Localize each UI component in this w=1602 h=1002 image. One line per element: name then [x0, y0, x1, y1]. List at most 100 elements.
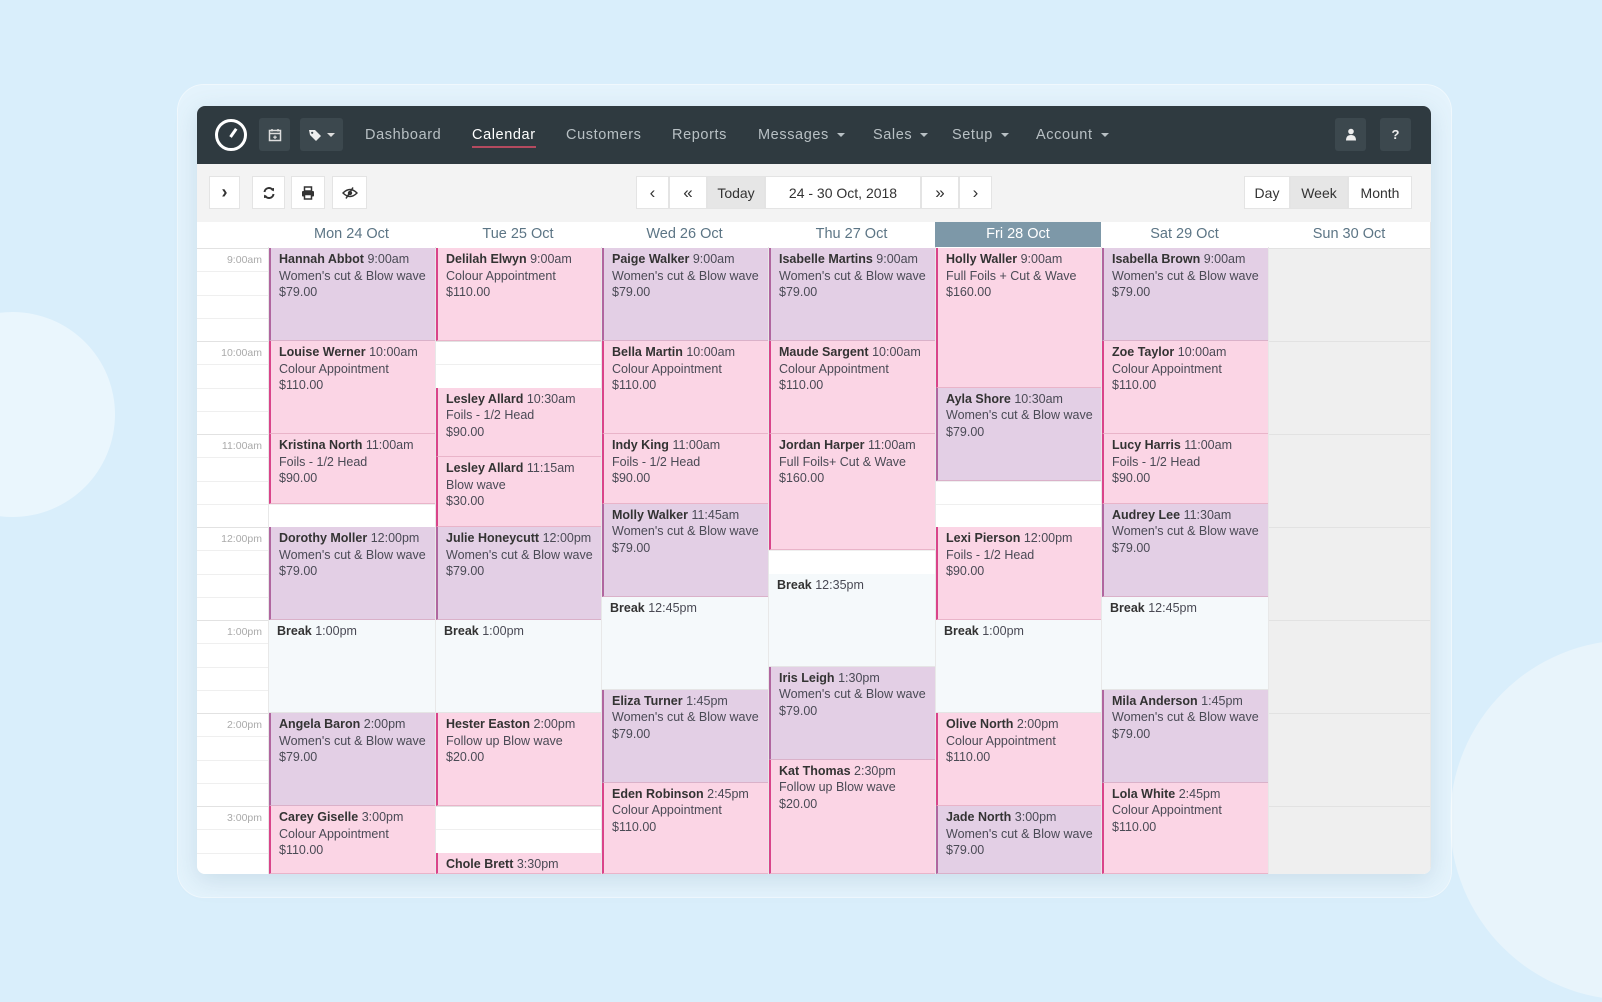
day-header[interactable]: Mon 24 Oct [268, 222, 435, 247]
nav-messages[interactable]: Messages [758, 106, 845, 164]
break-block[interactable]: Break 12:45pm [1102, 596, 1268, 690]
appointment-card[interactable]: Jade North 3:00pm Women's cut & Blow wave… [936, 806, 1101, 874]
client-name: Lesley Allard [446, 461, 524, 476]
appointment-time: 11:00am [867, 438, 916, 452]
service-name: Women's cut & Blow wave [279, 268, 426, 283]
service-price: $79.00 [946, 424, 985, 439]
chevron-down-icon [836, 133, 845, 137]
appointment-card[interactable]: Carey Giselle 3:00pm Colour Appointment $1… [269, 806, 435, 874]
appointment-card[interactable]: Isabelle Martins 9:00am Women's cut & Blo… [769, 248, 935, 341]
appointment-title: Hannah Abbot 9:00am [279, 251, 435, 268]
appointment-card[interactable]: Lesley Allard 11:15am Blow wave $30.00 [436, 457, 601, 527]
appointment-card[interactable]: Isabella Brown 9:00am Women's cut & Blow … [1102, 248, 1268, 341]
date-range-display[interactable]: 24 - 30 Oct, 2018 [765, 176, 921, 209]
appointment-card[interactable]: Paige Walker 9:00am Women's cut & Blow wa… [602, 248, 768, 341]
appointment-card[interactable]: Eden Robinson 2:45pm Colour Appointment $1… [602, 782, 768, 874]
appointment-card[interactable]: Chole Brett 3:30pm [436, 852, 601, 874]
break-block[interactable]: Break 1:00pm [936, 620, 1101, 713]
appointment-card[interactable]: Molly Walker 11:45am Women's cut & Blow w… [602, 503, 768, 597]
break-block[interactable]: Break 12:35pm [769, 573, 935, 667]
print-button[interactable] [291, 176, 325, 209]
appointment-card[interactable]: Lexi Pierson 12:00pm Foils - 1/2 Head $90.… [936, 527, 1101, 620]
appointment-time: 1:00pm [482, 624, 524, 638]
appointment-card[interactable]: Eliza Turner 1:45pm Women's cut & Blow wa… [602, 689, 768, 783]
appointment-card[interactable]: Kristina North 11:00am Foils - 1/2 Head $9… [269, 434, 435, 504]
client-name: Lucy Harris [1112, 438, 1181, 452]
view-label: Week [1301, 184, 1337, 201]
service-price: $90.00 [279, 471, 318, 485]
service-name: Colour Appointment [446, 268, 556, 283]
appointment-card[interactable]: Hester Easton 2:00pm Follow up Blow wave $… [436, 713, 601, 806]
appointment-card[interactable]: Olive North 2:00pm Colour Appointment $110… [936, 713, 1101, 806]
break-block[interactable]: Break 1:00pm [269, 620, 435, 713]
appointment-time: 2:00pm [363, 717, 406, 731]
time-label: 10:00am [221, 347, 262, 359]
user-icon [1345, 128, 1356, 141]
expand-sidebar-button[interactable]: › [209, 176, 240, 209]
appointment-card[interactable]: Kat Thomas 2:30pm Follow up Blow wave $20.… [769, 759, 935, 874]
day-header[interactable]: Fri 28 Oct [935, 222, 1101, 247]
view-week-button[interactable]: Week [1290, 176, 1348, 209]
appointment-card[interactable]: Bella Martin 10:00am Colour Appointment $1… [602, 341, 768, 434]
service-price: $79.00 [946, 843, 985, 857]
appointment-title: Lesley Allard 10:30am [446, 391, 601, 408]
calendar-add-icon [268, 128, 281, 141]
previous-fast-button[interactable]: « [669, 176, 707, 209]
nav-calendar[interactable]: Calendar [472, 106, 536, 164]
refresh-button[interactable] [252, 176, 285, 209]
appointment-card[interactable]: Angela Baron 2:00pm Women's cut & Blow wa… [269, 713, 435, 806]
day-header[interactable]: Sat 29 Oct [1101, 222, 1268, 247]
appointment-card[interactable]: Holly Waller 9:00am Full Foils + Cut & Wa… [936, 248, 1101, 388]
day-header[interactable]: Thu 27 Oct [768, 222, 935, 247]
week-calendar-grid: Mon 24 Oct Tue 25 Oct Wed 26 Oct Thu 27 Oct… [197, 222, 1431, 874]
user-profile-button[interactable] [1335, 118, 1366, 151]
view-day-button[interactable]: Day [1244, 176, 1290, 209]
appointment-time: 1:45pm [686, 693, 728, 708]
nav-customers[interactable]: Customers [566, 106, 642, 164]
appointment-card[interactable]: Mila Anderson 1:45pm Women's cut & Blow w… [1102, 689, 1268, 783]
previous-week-button[interactable]: ‹ [636, 176, 669, 209]
appointment-title: Kat Thomas 2:30pm [779, 763, 935, 780]
appointment-card[interactable]: Lucy Harris 11:00am Foils - 1/2 Head $90.0… [1102, 434, 1268, 504]
appointment-card[interactable]: Lesley Allard 10:30am Foils - 1/2 Head $90… [436, 387, 601, 458]
nav-dashboard[interactable]: Dashboard [365, 106, 441, 164]
day-header[interactable]: Tue 25 Oct [435, 222, 601, 247]
toggle-visibility-button[interactable] [332, 176, 367, 209]
appointment-time: 10:00am [872, 345, 921, 359]
day-header[interactable]: Wed 26 Oct [601, 222, 768, 247]
break-block[interactable]: Break 12:45pm [602, 596, 768, 690]
appointment-card[interactable]: Zoe Taylor 10:00am Colour Appointment $110… [1102, 341, 1268, 434]
appointment-card[interactable]: Dorothy Moller 12:00pm Women's cut & Blow… [269, 527, 435, 620]
help-button[interactable]: ? [1380, 118, 1411, 151]
appointment-card[interactable]: Jordan Harper 11:00am Full Foils+ Cut & W… [769, 434, 935, 551]
appointment-card[interactable]: Lola White 2:45pm Colour Appointment $110.… [1102, 782, 1268, 874]
new-appointment-button[interactable] [259, 118, 290, 151]
nav-account[interactable]: Account [1036, 106, 1109, 164]
appointment-card[interactable]: Ayla Shore 10:30am Women's cut & Blow wav… [936, 387, 1101, 481]
tag-menu-button[interactable] [300, 118, 343, 151]
next-week-button[interactable]: › [959, 176, 992, 209]
service-name: Follow up Blow wave [446, 733, 563, 748]
client-name: Lexi Pierson [946, 531, 1021, 545]
client-name: Lola White [1112, 786, 1176, 801]
day-header[interactable]: Sun 30 Oct [1268, 222, 1430, 247]
break-block[interactable]: Break 1:00pm [436, 620, 601, 713]
appointment-card[interactable]: Louise Werner 10:00am Colour Appointment $… [269, 341, 435, 434]
today-button[interactable]: Today [707, 176, 765, 209]
appointment-card[interactable]: Audrey Lee 11:30am Women's cut & Blow wav… [1102, 503, 1268, 597]
appointment-card[interactable]: Iris Leigh 1:30pm Women's cut & Blow wave… [769, 666, 935, 760]
nav-sales[interactable]: Sales [873, 106, 929, 164]
clock-logo-icon[interactable] [215, 119, 247, 151]
appointment-card[interactable]: Indy King 11:00am Foils - 1/2 Head $90.00 [602, 434, 768, 504]
nav-setup[interactable]: Setup [952, 106, 1009, 164]
appointment-card[interactable]: Julie Honeycutt 12:00pm Women's cut & Blo… [436, 527, 601, 620]
appointment-card[interactable]: Maude Sargent 10:00am Colour Appointment $… [769, 341, 935, 434]
next-fast-button[interactable]: » [921, 176, 959, 209]
appointment-card[interactable]: Hannah Abbot 9:00am Women's cut & Blow wa… [269, 248, 435, 341]
appointment-time: 2:00pm [533, 717, 576, 731]
client-name: Iris Leigh [779, 670, 835, 685]
appointment-card[interactable]: Delilah Elwyn 9:00am Colour Appointment $1… [436, 248, 601, 341]
appointment-title: Maude Sargent 10:00am [779, 344, 935, 361]
view-month-button[interactable]: Month [1348, 176, 1412, 209]
nav-reports[interactable]: Reports [672, 106, 727, 164]
